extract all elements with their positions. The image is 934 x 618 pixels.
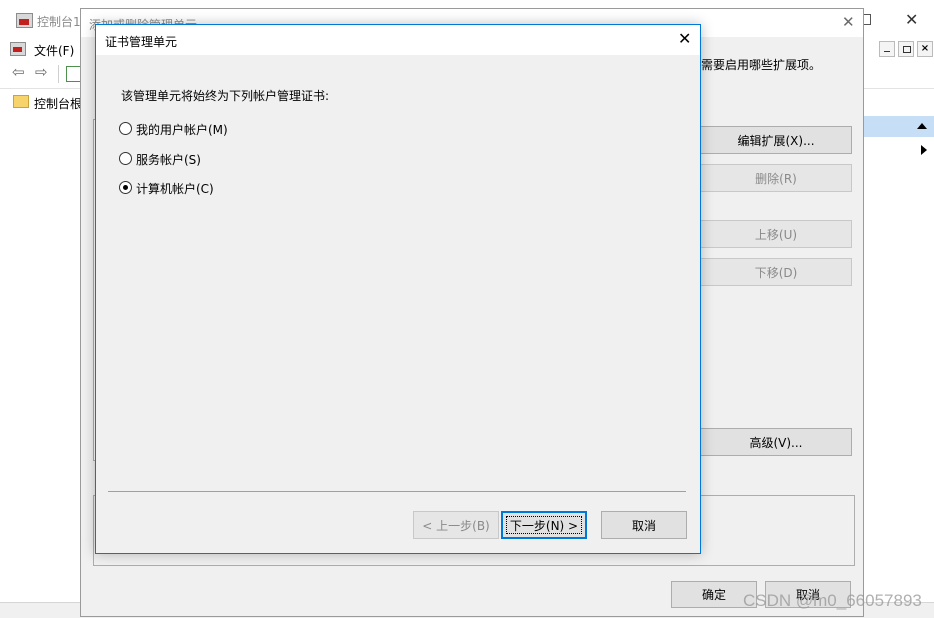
move-down-button[interactable]: 下移(D) <box>700 258 852 286</box>
folder-icon <box>13 95 29 108</box>
footer-separator <box>108 491 686 492</box>
radio-checked-icon[interactable] <box>119 181 132 194</box>
cert-snapin-dialog: 证书管理单元 ✕ 该管理单元将始终为下列帐户管理证书: 我的用户帐户(M) 服务… <box>95 24 701 554</box>
child-close-icon[interactable]: × <box>917 41 933 57</box>
account-prompt: 该管理单元将始终为下列帐户管理证书: <box>121 89 330 103</box>
back-arrow-icon[interactable]: ⇦ <box>12 65 25 80</box>
actions-pane <box>864 89 934 602</box>
move-up-button[interactable]: 上移(U) <box>700 220 852 248</box>
radio-label[interactable]: 我的用户帐户(M) <box>136 121 228 138</box>
radio-label[interactable]: 服务帐户(S) <box>136 151 201 168</box>
radio-label[interactable]: 计算机帐户(C) <box>136 180 214 197</box>
forward-arrow-icon[interactable]: ⇨ <box>35 65 48 80</box>
actions-header[interactable] <box>864 116 934 137</box>
radio-unchecked-icon[interactable] <box>119 152 132 165</box>
remove-button[interactable]: 删除(R) <box>700 164 852 192</box>
console-close-icon[interactable]: ✕ <box>905 12 918 28</box>
child-minimize-icon[interactable] <box>879 41 895 57</box>
console-title: 控制台1 <box>37 15 81 29</box>
file-menu-icon <box>10 42 26 56</box>
console-app-icon <box>16 13 33 28</box>
tree-root-label[interactable]: 控制台根 <box>34 95 82 112</box>
cert-dialog-close-icon[interactable]: ✕ <box>678 31 691 47</box>
addremove-instruction: 需要启用哪些扩展项。 <box>701 58 822 72</box>
radio-unchecked-icon[interactable] <box>119 122 132 135</box>
collapse-up-icon[interactable] <box>917 123 927 129</box>
toolbar-separator <box>58 65 59 83</box>
cert-dialog-title: 证书管理单元 <box>105 35 178 49</box>
next-button[interactable]: 下一步(N) > <box>501 511 587 539</box>
cancel-button[interactable]: 取消 <box>601 511 687 539</box>
watermark: CSDN @m0_66057893 <box>743 591 922 610</box>
child-restore-icon[interactable] <box>898 41 914 57</box>
back-button[interactable]: < 上一步(B) <box>413 511 499 539</box>
cert-dialog-titlebar: 证书管理单元 ✕ <box>96 25 700 55</box>
expand-right-icon[interactable] <box>921 145 927 155</box>
focus-ring <box>506 516 582 534</box>
menu-file[interactable]: 文件(F) <box>34 42 74 59</box>
advanced-button[interactable]: 高级(V)... <box>700 428 852 456</box>
tree-pane: 控制台根 <box>10 89 82 602</box>
edit-extensions-button[interactable]: 编辑扩展(X)... <box>700 126 852 154</box>
addremove-close-icon[interactable]: ✕ <box>842 15 855 30</box>
